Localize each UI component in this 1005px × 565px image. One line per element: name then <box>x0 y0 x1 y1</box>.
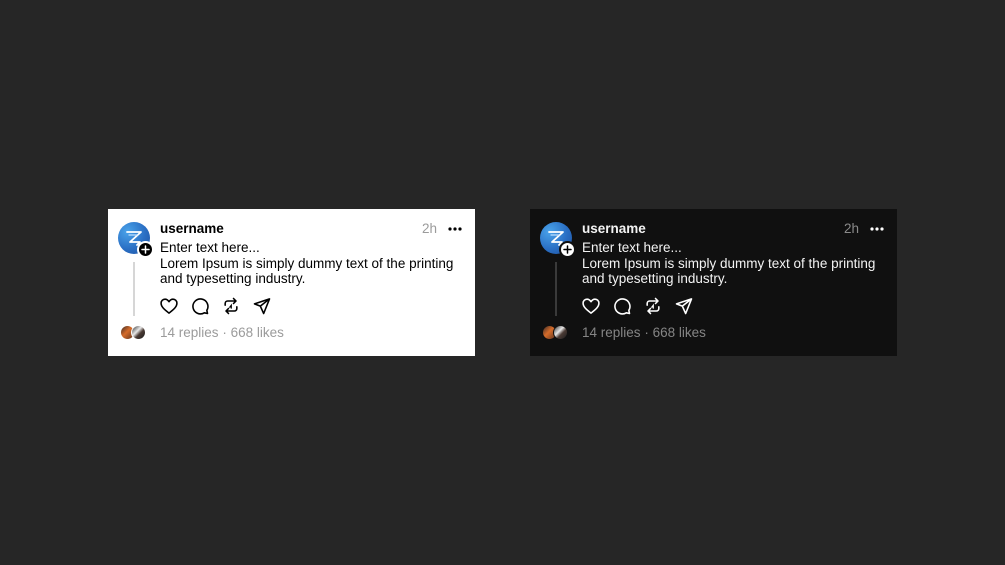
stats-separator: · <box>222 325 227 340</box>
post-text-line: Enter text here... <box>582 240 682 255</box>
thread-line <box>555 262 557 316</box>
username[interactable]: username <box>160 221 224 237</box>
action-bar <box>158 295 273 317</box>
username[interactable]: username <box>582 221 646 237</box>
post-time: 2h <box>843 221 859 236</box>
replies-count[interactable]: 14 replies <box>160 325 219 340</box>
follow-plus-icon[interactable] <box>137 241 154 258</box>
reply-avatars <box>542 325 570 341</box>
stats-separator: · <box>644 325 649 340</box>
repost-icon[interactable] <box>220 295 242 317</box>
post-text-line: Lorem Ipsum is simply dummy text of the … <box>582 255 876 271</box>
more-icon[interactable] <box>445 222 465 236</box>
likes-count[interactable]: 668 likes <box>653 325 706 340</box>
follow-plus-icon[interactable] <box>559 241 576 258</box>
post-footer: 14 replies · 668 likes <box>120 325 284 341</box>
heart-icon[interactable] <box>158 295 180 317</box>
reply-avatar <box>131 325 146 340</box>
comment-icon[interactable] <box>189 295 211 317</box>
replies-count[interactable]: 14 replies <box>582 325 641 340</box>
share-icon[interactable] <box>673 295 695 317</box>
post-text-line: Lorem Ipsum is simply dummy text of the … <box>160 255 454 271</box>
share-icon[interactable] <box>251 295 273 317</box>
post-stats: 14 replies · 668 likes <box>582 325 706 341</box>
post-text-line: and typesetting industry. <box>582 271 728 286</box>
reply-avatar <box>553 325 568 340</box>
more-icon[interactable] <box>867 222 887 236</box>
action-bar <box>580 295 695 317</box>
likes-count[interactable]: 668 likes <box>231 325 284 340</box>
post-text-line: Enter text here... <box>160 240 260 255</box>
post-time: 2h <box>421 221 437 236</box>
avatar[interactable] <box>540 222 576 258</box>
post-footer: 14 replies · 668 likes <box>542 325 706 341</box>
canvas: username 2h Enter text here... Lorem Ips… <box>0 0 1005 565</box>
post-text-line: and typesetting industry. <box>160 271 306 286</box>
comment-icon[interactable] <box>611 295 633 317</box>
post-stats: 14 replies · 668 likes <box>160 325 284 341</box>
thread-post-dark: username 2h Enter text here... Lorem Ips… <box>530 209 897 356</box>
avatar[interactable] <box>118 222 154 258</box>
thread-line <box>133 262 135 316</box>
heart-icon[interactable] <box>580 295 602 317</box>
thread-post-light: username 2h Enter text here... Lorem Ips… <box>108 209 475 356</box>
post-body: Enter text here... Lorem Ipsum is simply… <box>160 240 460 287</box>
reply-avatars <box>120 325 148 341</box>
post-body: Enter text here... Lorem Ipsum is simply… <box>582 240 882 287</box>
repost-icon[interactable] <box>642 295 664 317</box>
